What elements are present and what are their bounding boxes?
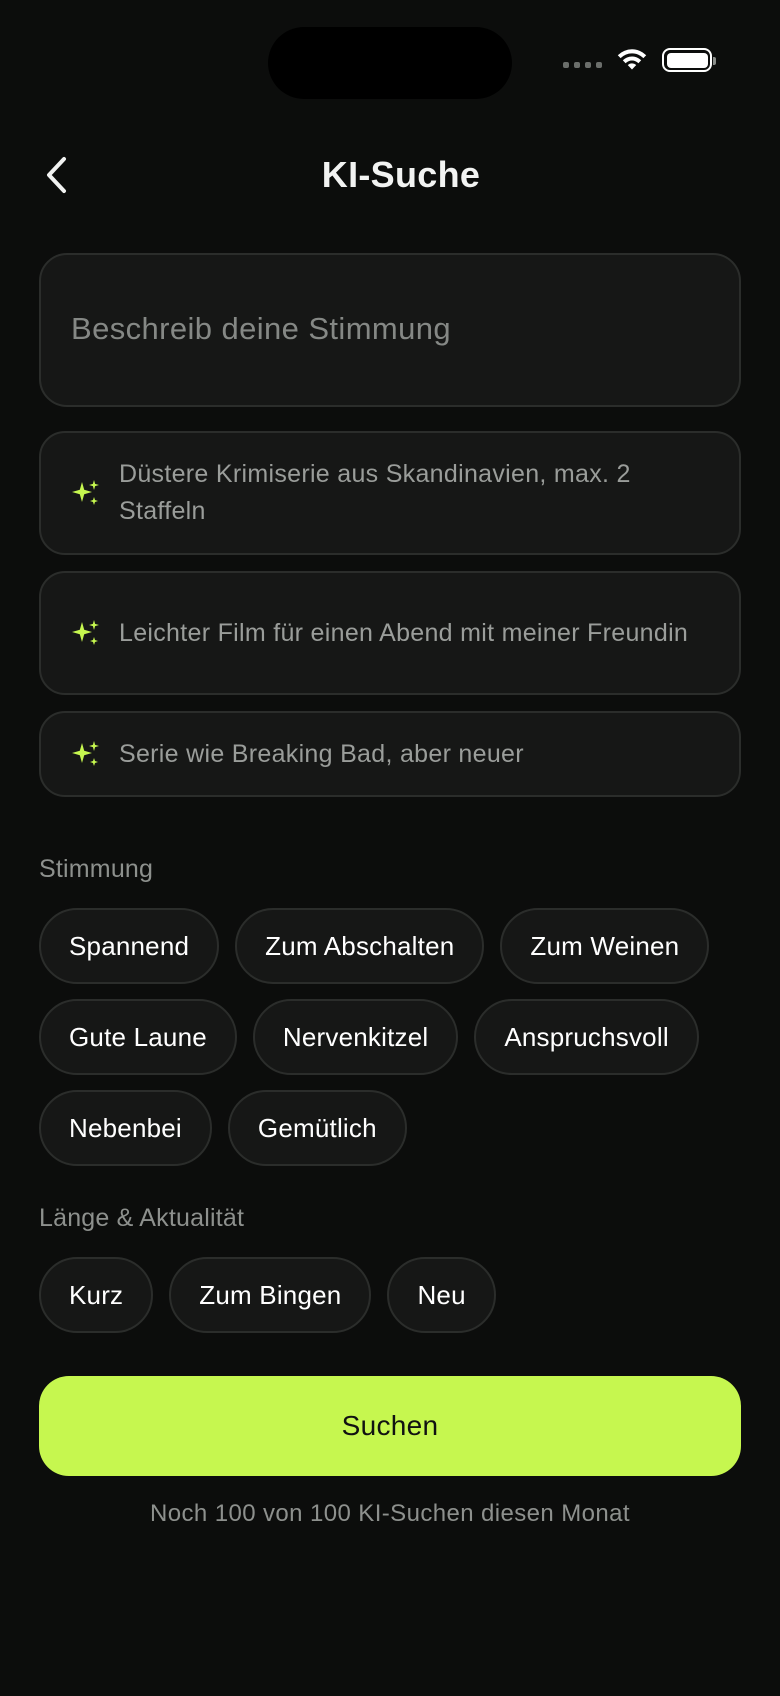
mood-search-box[interactable] [39, 253, 741, 407]
suggestion-item[interactable]: Düstere Krimiserie aus Skandinavien, max… [39, 431, 741, 555]
chip-zum-bingen[interactable]: Zum Bingen [169, 1257, 372, 1333]
suggestion-text: Serie wie Breaking Bad, aber neuer [119, 739, 524, 768]
mood-search-input[interactable] [71, 309, 691, 359]
page-title: KI-Suche [321, 154, 481, 195]
suggestion-text: Leichter Film für einen Abend mit meiner… [119, 618, 689, 647]
status-bar [563, 48, 716, 72]
sparkle-icon [72, 480, 99, 505]
chip-nervenkitzel[interactable]: Nervenkitzel [252, 999, 459, 1075]
chip-kurz[interactable]: Kurz [39, 1257, 154, 1333]
chip-anspruchsvoll[interactable]: Anspruchsvoll [474, 999, 699, 1075]
suggestion-item[interactable]: Leichter Film für einen Abend mit meiner… [39, 571, 741, 695]
mood-section-label: Stimmung [39, 855, 154, 883]
chip-zum-abschalten[interactable]: Zum Abschalten [235, 908, 485, 984]
ki-search-screen: KI-Suche Düstere Krimiserie aus Skandina… [0, 0, 780, 1696]
suggestion-item[interactable]: Serie wie Breaking Bad, aber neuer [39, 711, 741, 797]
length-chip-row: Kurz Zum Bingen Neu [39, 1257, 496, 1333]
chip-spannend[interactable]: Spannend [39, 908, 220, 984]
search-button[interactable]: Suchen [39, 1376, 741, 1476]
chip-gute-laune[interactable]: Gute Laune [39, 999, 237, 1075]
quota-text: Noch 100 von 100 KI-Suchen diesen Monat [150, 1500, 630, 1527]
sparkle-icon [72, 620, 99, 645]
chip-gemuetlich[interactable]: Gemütlich [227, 1090, 407, 1166]
mood-chip-row: Gute Laune Nervenkitzel Anspruchsvoll [39, 999, 699, 1075]
mood-chip-row: Spannend Zum Abschalten Zum Weinen [39, 908, 710, 984]
chip-zum-weinen[interactable]: Zum Weinen [500, 908, 710, 984]
sparkle-icon [72, 741, 99, 766]
battery-icon [662, 48, 716, 72]
suggestion-text: Düstere Krimiserie aus Skandinavien, max… [119, 460, 631, 525]
wifi-icon [617, 49, 647, 70]
mood-chip-row: Nebenbei Gemütlich [39, 1090, 407, 1166]
chip-nebenbei[interactable]: Nebenbei [39, 1090, 212, 1166]
cellular-signal-icon [563, 62, 602, 68]
dynamic-island [268, 27, 512, 99]
length-section-label: Länge & Aktualität [39, 1204, 245, 1232]
chip-neu[interactable]: Neu [387, 1257, 496, 1333]
